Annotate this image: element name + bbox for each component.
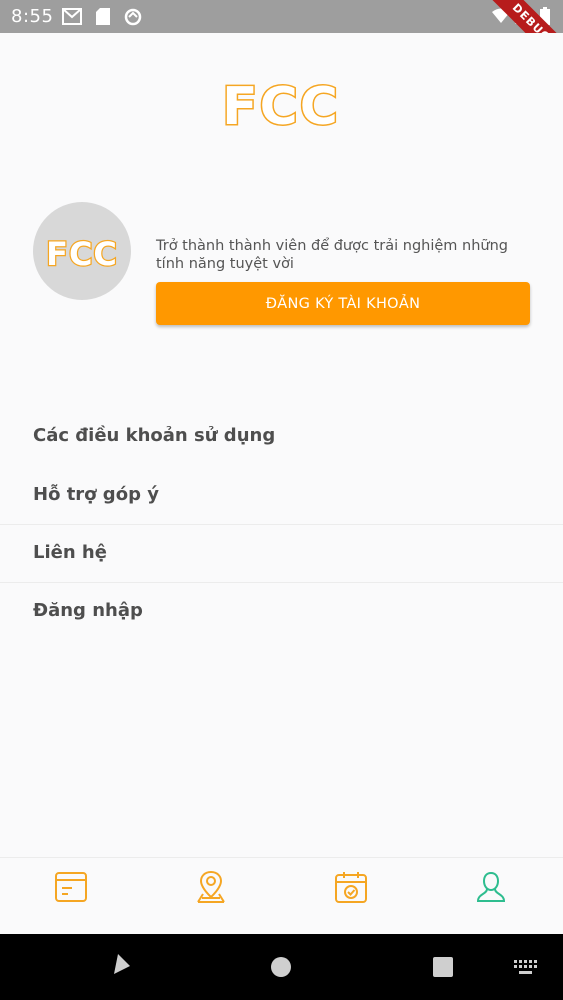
nav-tab-news[interactable] [46,868,96,918]
menu-item-label: Liên hệ [33,542,107,563]
sync-icon [124,8,142,26]
sd-card-icon [96,8,110,25]
register-button[interactable]: ĐĂNG KÝ TÀI KHOẢN [156,282,530,325]
news-icon [55,872,87,902]
menu-item-label: Hỗ trợ góp ý [33,484,159,505]
logo-text: FCC [222,78,340,130]
menu-item-terms[interactable]: Các điều khoản sử dụng [0,408,563,466]
nav-tab-profile[interactable] [466,868,516,918]
map-pin-icon [197,870,225,903]
menu-item-label: Đăng nhập [33,600,143,621]
avatar-logo: FCC [45,235,118,269]
keyboard-icon[interactable] [514,960,538,976]
promo-text: Trở thành thành viên để được trải nghiệm… [156,238,508,272]
calendar-check-icon [335,872,367,903]
recents-icon[interactable] [432,956,454,978]
avatar-logo-text: FCC [46,235,118,269]
avatar: FCC [33,202,131,300]
nav-tab-map[interactable] [186,868,236,918]
menu-item-contact[interactable]: Liên hệ [0,525,563,583]
home-icon[interactable] [270,956,292,978]
menu-item-label: Các điều khoản sử dụng [33,425,276,446]
status-bar: 8:55 DEBUG [0,0,563,33]
menu-item-feedback[interactable]: Hỗ trợ góp ý [0,467,563,525]
status-time: 8:55 [11,6,54,27]
nav-tab-calendar[interactable] [326,868,376,918]
menu-item-login[interactable]: Đăng nhập [0,583,563,641]
back-icon[interactable] [110,952,134,976]
system-nav-bar [0,934,563,1000]
bottom-nav [0,857,563,935]
app-logo: FCC [221,78,340,130]
user-icon [476,871,506,902]
gmail-icon [62,8,82,25]
